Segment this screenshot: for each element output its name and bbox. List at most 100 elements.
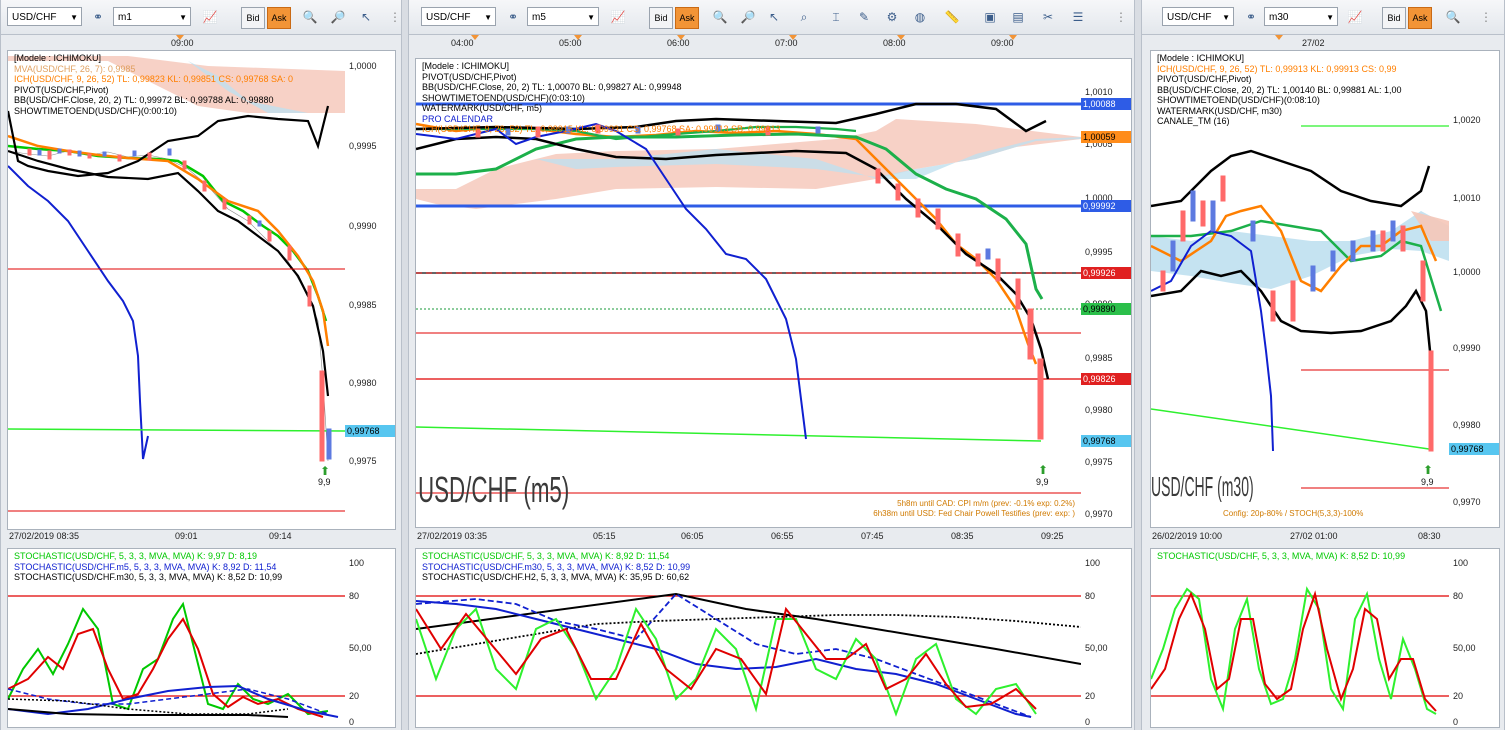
timeframe-select[interactable]: m1 ▼ <box>113 7 191 26</box>
link-icon[interactable]: ⚭ <box>89 8 107 26</box>
zoom-out-icon[interactable]: 🔎 <box>329 8 347 26</box>
zoom-out-icon[interactable]: 🔎 <box>739 8 757 26</box>
x-tick: 26/02/2019 10:00 <box>1152 531 1223 541</box>
chart-legend: [Modele : ICHIMOKU] MVA(USD/CHF, 26, 7):… <box>14 53 293 116</box>
x-tick: 05:15 <box>593 531 616 541</box>
link-icon[interactable]: ⚭ <box>504 8 522 26</box>
symbol-select[interactable]: USD/CHF ▼ <box>1162 7 1234 26</box>
x-tick: 09:25 <box>1041 531 1064 541</box>
osc-tick: 0 <box>1085 717 1091 727</box>
drawing-icon[interactable]: ✎ <box>855 8 873 26</box>
legend-line: BB(USD/CHF.Close, 20, 2) TL: 1,00070 BL:… <box>422 82 682 92</box>
price-axis[interactable]: 1,0010 1,0005 1,0000 0,9995 0,9990 0,998… <box>1081 58 1132 528</box>
legend-line: ICH(USD/CHF, 9, 26, 52) TL: 0,99915 KL: … <box>422 124 781 134</box>
price-chart[interactable]: [Modele : ICHIMOKU] ICH(USD/CHF, 9, 26, … <box>1150 50 1450 528</box>
x-tick: 27/02/2019 03:35 <box>417 531 488 541</box>
y-tick: 0,9980 <box>1085 405 1113 415</box>
price-axis[interactable]: 1,0000 0,9995 0,9990 0,9985 0,9980 0,997… <box>345 50 396 530</box>
osc-tick: 20 <box>1453 691 1464 701</box>
chevron-down-icon: ▼ <box>587 13 595 22</box>
link-icon[interactable]: ⚭ <box>1242 8 1260 26</box>
image-icon[interactable]: ▣ <box>981 8 999 26</box>
globe-icon[interactable]: ◍ <box>911 8 929 26</box>
indicator-icon[interactable]: ⌕ <box>795 8 813 26</box>
oscillator-axis[interactable]: 100 80 50,00 20 0 <box>1081 548 1132 728</box>
timeframe-select[interactable]: m5 ▼ <box>527 7 599 26</box>
overflow-icon[interactable]: ⋮ <box>1115 8 1127 26</box>
ask-button[interactable]: Ask <box>267 7 291 29</box>
zoom-in-icon[interactable]: 🔍 <box>301 8 319 26</box>
y-tick: 0,9985 <box>349 300 377 310</box>
ask-button[interactable]: Ask <box>675 7 699 29</box>
price-chart[interactable]: [Modele : ICHIMOKU] MVA(USD/CHF, 26, 7):… <box>7 50 346 530</box>
zoom-in-icon[interactable]: 🔍 <box>711 8 729 26</box>
osc-tick: 100 <box>1453 558 1469 568</box>
calendar-event: 6h38m until USD: Fed Chair Powell Testif… <box>873 509 1075 518</box>
price-label-pivot: 0,99926 <box>1081 267 1131 279</box>
text-icon[interactable]: ⌶ <box>827 8 845 26</box>
timeframe-select[interactable]: m30 ▼ <box>1264 7 1338 26</box>
zoom-in-icon[interactable]: 🔍 <box>1444 8 1462 26</box>
legend-line: PRO CALENDAR <box>422 113 494 124</box>
oscillator-chart[interactable]: STOCHASTIC(USD/CHF, 5, 3, 3, MVA, MVA) K… <box>415 548 1082 728</box>
oscillator-legend: STOCHASTIC(USD/CHF, 5, 3, 3, MVA, MVA) K… <box>422 551 690 583</box>
osc-legend-line: STOCHASTIC(USD/CHF, 5, 3, 3, MVA, MVA) K… <box>14 551 258 561</box>
x-tick: 09:14 <box>269 531 292 541</box>
up-arrow-icon: ⬆ <box>1423 463 1434 477</box>
menu-icon[interactable]: ☰ <box>1069 8 1087 26</box>
symbol-value: USD/CHF <box>12 12 57 23</box>
chart-type-icon[interactable]: 📈 <box>609 8 627 26</box>
chart-legend: [Modele : ICHIMOKU] PIVOT(USD/CHF,Pivot)… <box>422 61 781 135</box>
timeframe-value: m1 <box>118 12 132 23</box>
bid-button[interactable]: Bid <box>241 7 265 29</box>
legend-line: SHOWTIMETOEND(USD/CHF)(0:00:10) <box>14 105 177 116</box>
price-chart[interactable]: [Modele : ICHIMOKU] PIVOT(USD/CHF,Pivot)… <box>415 58 1082 528</box>
cursor-icon[interactable]: ↖ <box>357 8 375 26</box>
ruler-icon[interactable]: 📏 <box>943 8 961 26</box>
legend-line: [Modele : ICHIMOKU] <box>1157 53 1245 63</box>
symbol-select[interactable]: USD/CHF ▼ <box>421 7 496 26</box>
chart-type-icon[interactable]: 📈 <box>201 8 219 26</box>
ask-button[interactable]: Ask <box>1408 7 1432 29</box>
top-time-label: 07:00 <box>775 38 798 48</box>
osc-tick: 100 <box>349 558 365 568</box>
y-tick: 0,9975 <box>1085 457 1113 467</box>
x-tick: 27/02 01:00 <box>1290 531 1338 541</box>
symbol-select[interactable]: USD/CHF ▼ <box>7 7 82 26</box>
cursor-icon[interactable]: ↖ <box>765 8 783 26</box>
x-tick: 08:30 <box>1418 531 1441 541</box>
menu-icon[interactable]: ⋮ <box>389 8 401 26</box>
symbol-value: USD/CHF <box>426 12 471 23</box>
y-tick: 1,0010 <box>1453 193 1481 203</box>
oscillator-legend: STOCHASTIC(USD/CHF, 5, 3, 3, MVA, MVA) K… <box>1157 551 1405 562</box>
oscillator-legend: STOCHASTIC(USD/CHF, 5, 3, 3, MVA, MVA) K… <box>14 551 282 583</box>
top-time-label: 05:00 <box>559 38 582 48</box>
price-label-support: 0,99826 <box>1081 373 1131 385</box>
price-axis[interactable]: 1,0020 1,0010 1,0000 0,9990 0,9980 0,997… <box>1449 50 1500 528</box>
legend-line: ICH(USD/CHF, 9, 26, 52) TL: 0,99823 KL: … <box>14 74 293 84</box>
time-axis[interactable]: 27/02/2019 03:35 05:15 06:05 06:55 07:45… <box>415 530 1131 544</box>
chevron-down-icon: ▼ <box>1222 13 1230 22</box>
settings-icon[interactable]: ⚙ <box>883 8 901 26</box>
x-tick: 08:35 <box>951 531 974 541</box>
oscillator-axis[interactable]: 100 80 50,00 20 0 <box>345 548 396 728</box>
arrow-value: 9,9 <box>318 477 331 487</box>
bid-button[interactable]: Bid <box>1382 7 1406 29</box>
chart-type-icon[interactable]: 📈 <box>1346 8 1364 26</box>
time-axis[interactable]: 27/02/2019 08:35 09:01 09:14 <box>7 530 395 544</box>
template-icon[interactable]: ▤ <box>1009 8 1027 26</box>
oscillator-axis[interactable]: 100 80 50,00 20 0 <box>1449 548 1500 728</box>
top-time-label: 27/02 <box>1302 38 1325 48</box>
oscillator-chart[interactable]: STOCHASTIC(USD/CHF, 5, 3, 3, MVA, MVA) K… <box>7 548 346 728</box>
y-tick: 0,9970 <box>1453 497 1481 507</box>
price-label-kijun: 0,99890 <box>1081 303 1131 315</box>
chart-window-m5: USD/CHF ▼ ⚭ m5 ▼ 📈 Bid Ask 🔍 🔎 ↖ ⌕ ⌶ ✎ ⚙ ◍… <box>408 0 1135 730</box>
menu-icon[interactable]: ⋮ <box>1480 8 1492 26</box>
chart-legend: [Modele : ICHIMOKU] ICH(USD/CHF, 9, 26, … <box>1157 53 1401 127</box>
up-arrow-icon: ⬆ <box>320 464 331 478</box>
time-axis[interactable]: 26/02/2019 10:00 27/02 01:00 08:30 <box>1150 530 1499 544</box>
bid-button[interactable]: Bid <box>649 7 673 29</box>
tools-icon[interactable]: ✂ <box>1039 8 1057 26</box>
legend-line: PIVOT(USD/CHF,Pivot) <box>14 84 109 95</box>
oscillator-chart[interactable]: STOCHASTIC(USD/CHF, 5, 3, 3, MVA, MVA) K… <box>1150 548 1450 728</box>
